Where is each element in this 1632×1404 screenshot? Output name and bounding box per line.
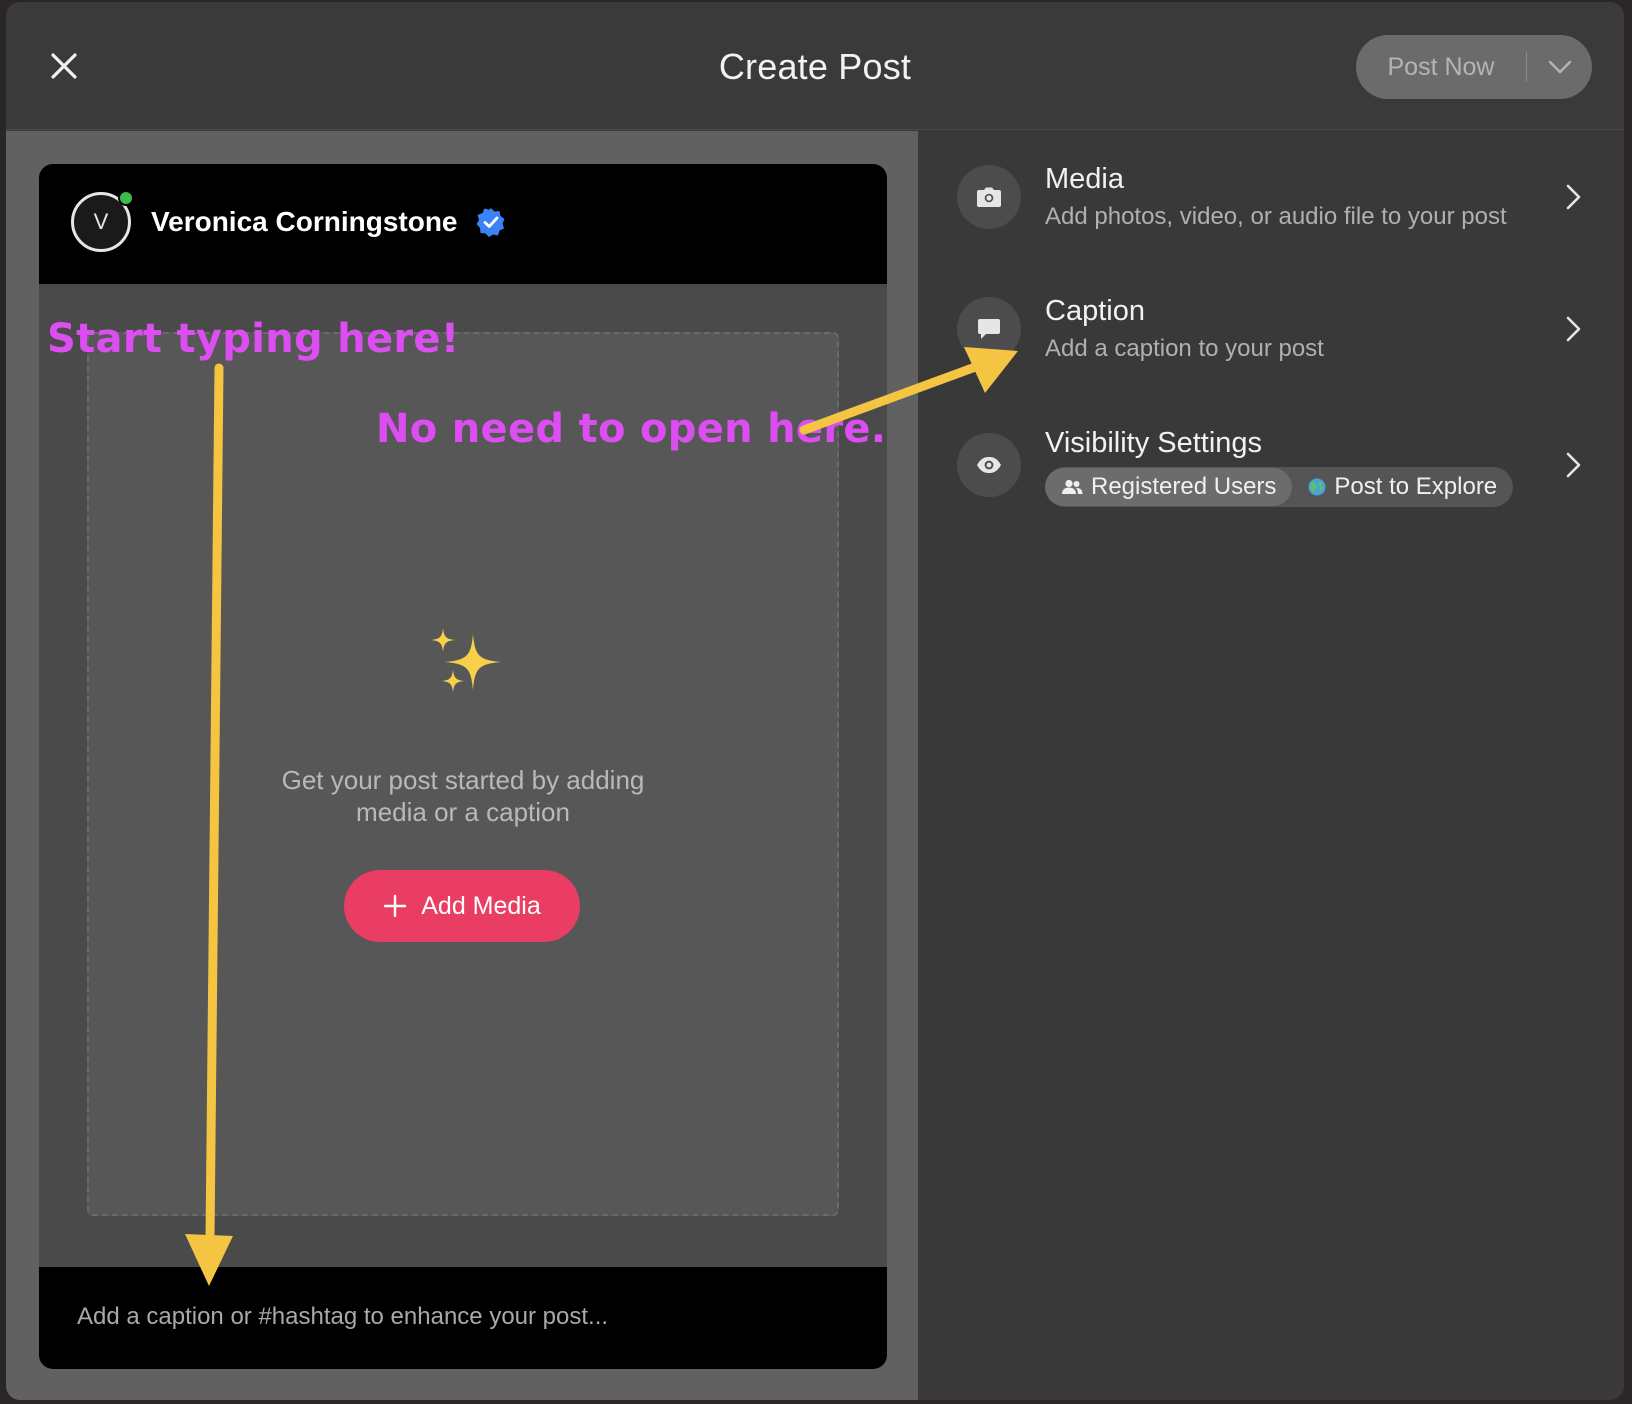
add-media-button[interactable]: Add Media	[344, 870, 580, 942]
visibility-option-registered-users[interactable]: Registered Users	[1045, 468, 1293, 506]
users-icon	[1062, 479, 1083, 494]
caption-setting-row[interactable]: Caption Add a caption to your post	[918, 263, 1624, 373]
dropzone-prompt-line2: media or a caption	[356, 797, 570, 827]
add-media-label: Add Media	[421, 891, 541, 920]
media-dropzone[interactable]: Get your post started by adding media or…	[87, 332, 839, 1216]
globe-icon	[1308, 478, 1326, 496]
post-now-button[interactable]: Post Now	[1356, 35, 1592, 99]
chevron-right-icon	[1566, 184, 1581, 210]
annotation-no-need: No need to open here.	[376, 406, 887, 452]
chevron-right-icon	[1566, 452, 1581, 478]
caption-bar	[39, 1267, 887, 1369]
dropzone-prompt: Get your post started by adding media or…	[89, 764, 837, 828]
plus-icon	[384, 894, 407, 918]
modal-header: Create Post Post Now	[6, 2, 1624, 130]
online-status-dot	[118, 190, 134, 206]
caption-setting-title: Caption	[1045, 295, 1145, 327]
visibility-setting-row[interactable]: Visibility Settings Registered Users Pos…	[918, 395, 1624, 525]
visibility-options: Registered Users Post to Explore	[1045, 467, 1514, 507]
sparkles-icon	[431, 628, 501, 692]
visibility-option-label: Registered Users	[1091, 473, 1277, 500]
caption-input[interactable]	[77, 1297, 837, 1337]
caption-setting-icon-circle	[957, 297, 1021, 361]
camera-icon	[977, 187, 1001, 207]
post-options-dropdown[interactable]	[1527, 35, 1592, 99]
avatar-initial: V	[93, 209, 109, 234]
media-setting-title: Media	[1045, 163, 1124, 195]
annotation-start-typing: Start typing here!	[47, 316, 460, 362]
visibility-option-post-to-explore[interactable]: Post to Explore	[1292, 468, 1513, 506]
media-setting-row[interactable]: Media Add photos, video, or audio file t…	[918, 131, 1624, 241]
media-setting-icon-circle	[957, 165, 1021, 229]
chevron-down-icon	[1548, 60, 1571, 74]
verified-badge-icon	[476, 208, 505, 237]
visibility-setting-title: Visibility Settings	[1045, 427, 1263, 459]
eye-icon	[977, 457, 1001, 473]
chevron-right-icon	[1566, 316, 1581, 342]
post-author-header: V Veronica Corningstone	[39, 164, 887, 284]
visibility-option-label: Post to Explore	[1334, 473, 1498, 500]
author-name: Veronica Corningstone	[151, 206, 458, 237]
settings-panel: Media Add photos, video, or audio file t…	[918, 131, 1624, 1400]
create-post-modal: Create Post Post Now V Veronica Cornings…	[6, 2, 1624, 1400]
media-setting-subtitle: Add photos, video, or audio file to your…	[1045, 203, 1507, 230]
post-now-label: Post Now	[1387, 52, 1495, 81]
dropzone-prompt-line1: Get your post started by adding	[281, 765, 645, 795]
speech-bubble-icon	[978, 319, 1000, 339]
visibility-setting-icon-circle	[957, 433, 1021, 497]
caption-setting-subtitle: Add a caption to your post	[1045, 335, 1324, 362]
